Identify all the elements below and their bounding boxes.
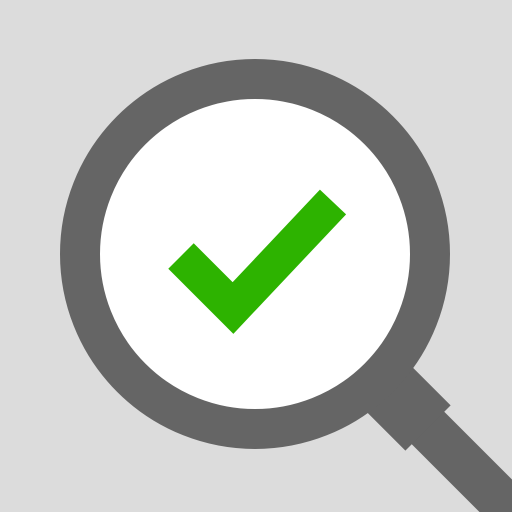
app-icon	[0, 0, 512, 512]
magnifier-lens	[60, 59, 450, 449]
magnifier-check-icon	[0, 0, 512, 512]
